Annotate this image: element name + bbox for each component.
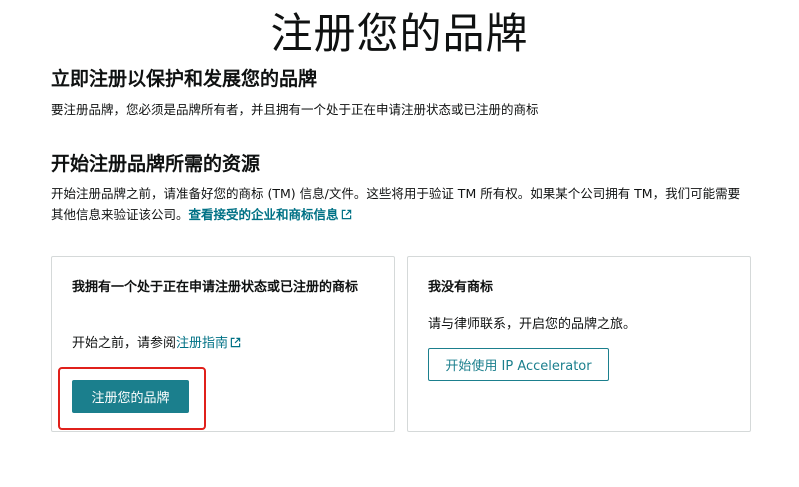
page-title: 注册您的品牌 xyxy=(270,9,529,58)
no-trademark-text: 请与律师联系，开启您的品牌之旅。 xyxy=(428,317,637,332)
no-trademark-title: 我没有商标 xyxy=(428,280,494,295)
external-link-icon xyxy=(341,209,351,220)
registration-guide-link-label: 注册指南 xyxy=(176,336,229,351)
ip-accelerator-button[interactable]: 开始使用 IP Accelerator xyxy=(428,348,609,381)
has-trademark-card: 我拥有一个处于正在申请注册状态或已注册的商标 开始之前，请参阅注册指南 注册您的… xyxy=(51,256,395,432)
registration-guide-link[interactable]: 注册指南 xyxy=(176,336,241,351)
intro-description: 要注册品牌，您必须是品牌所有者，并且拥有一个处于正在申请注册状态或已注册的商标 xyxy=(51,102,539,117)
no-trademark-card: 我没有商标 请与律师联系，开启您的品牌之旅。 开始使用 IP Accelerat… xyxy=(407,256,751,432)
resources-heading: 开始注册品牌所需的资源 xyxy=(51,153,261,175)
has-trademark-text: 开始之前，请参阅注册指南 xyxy=(72,334,241,354)
external-link-icon xyxy=(230,337,241,348)
resources-description: 开始注册品牌之前，请准备好您的商标 (TM) 信息/文件。这些将用于验证 TM … xyxy=(51,186,741,222)
intro-heading: 立即注册以保护和发展您的品牌 xyxy=(51,68,318,90)
has-trademark-title: 我拥有一个处于正在申请注册状态或已注册的商标 xyxy=(72,280,359,295)
has-trademark-text-prefix: 开始之前，请参阅 xyxy=(72,336,177,351)
resources-paragraph: 开始注册品牌之前，请准备好您的商标 (TM) 信息/文件。这些将用于验证 TM … xyxy=(51,183,751,225)
accepted-info-link-label: 查看接受的企业和商标信息 xyxy=(188,207,339,222)
register-brand-button[interactable]: 注册您的品牌 xyxy=(72,380,189,413)
accepted-info-link[interactable]: 查看接受的企业和商标信息 xyxy=(189,207,352,222)
